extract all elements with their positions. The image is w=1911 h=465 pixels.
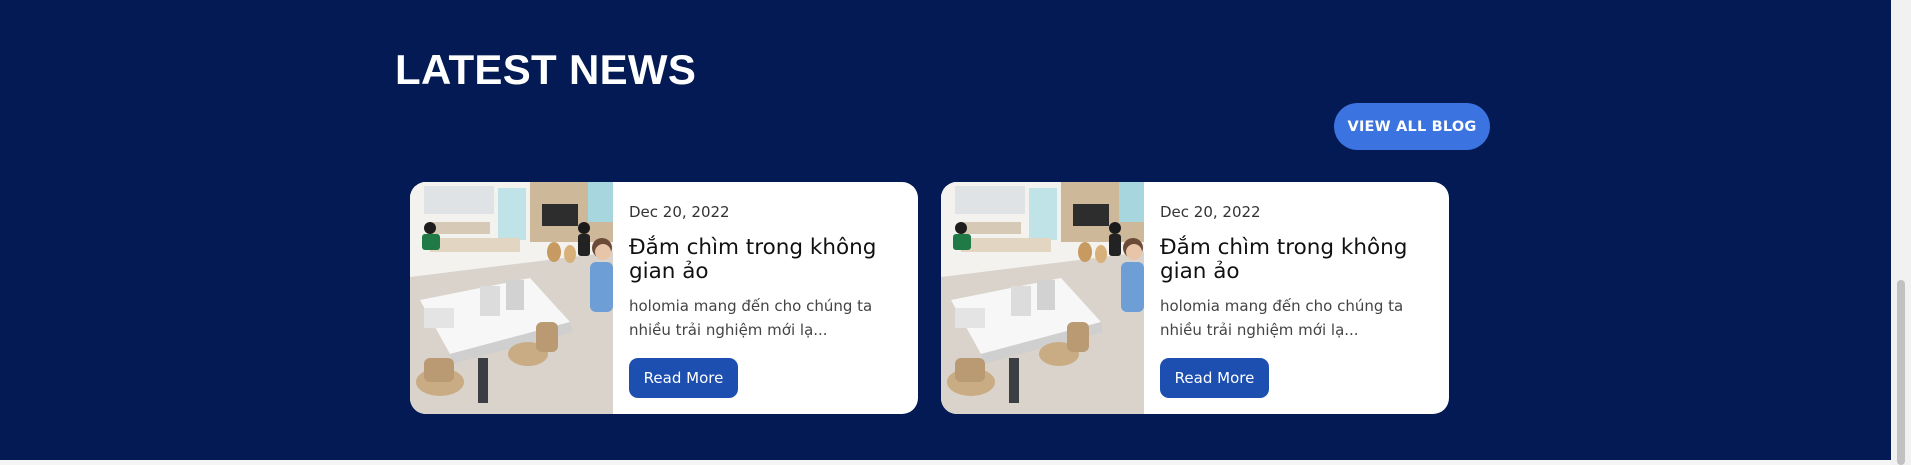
- virtual-office-illustration: [941, 182, 1144, 414]
- news-card-body: Dec 20, 2022 Đắm chìm trong không gian ả…: [629, 182, 904, 414]
- scrollbar-thumb[interactable]: [1897, 280, 1905, 465]
- view-all-blog-button[interactable]: VIEW ALL BLOG: [1334, 103, 1490, 150]
- news-card-image[interactable]: [410, 182, 613, 414]
- news-card-date: Dec 20, 2022: [629, 203, 730, 221]
- vertical-scrollbar[interactable]: [1891, 0, 1911, 465]
- news-card-body: Dec 20, 2022 Đắm chìm trong không gian ả…: [1160, 182, 1435, 414]
- news-card-image[interactable]: [941, 182, 1144, 414]
- news-card-date: Dec 20, 2022: [1160, 203, 1261, 221]
- read-more-button[interactable]: Read More: [629, 358, 738, 398]
- news-card-title[interactable]: Đắm chìm trong không gian ảo: [1160, 236, 1428, 284]
- news-card-excerpt: holomia mang đến cho chúng ta nhiều trải…: [1160, 297, 1404, 339]
- page-bottom-edge: [0, 460, 1891, 465]
- read-more-button[interactable]: Read More: [1160, 358, 1269, 398]
- latest-news-section: LATEST NEWS VIEW ALL BLOG Dec 20, 2022 Đ…: [0, 0, 1891, 460]
- news-card-title[interactable]: Đắm chìm trong không gian ảo: [629, 236, 897, 284]
- section-title: LATEST NEWS: [395, 46, 697, 93]
- news-card: Dec 20, 2022 Đắm chìm trong không gian ả…: [941, 182, 1449, 414]
- news-card-excerpt: holomia mang đến cho chúng ta nhiều trải…: [629, 297, 873, 339]
- news-card: Dec 20, 2022 Đắm chìm trong không gian ả…: [410, 182, 918, 414]
- virtual-office-illustration: [410, 182, 613, 414]
